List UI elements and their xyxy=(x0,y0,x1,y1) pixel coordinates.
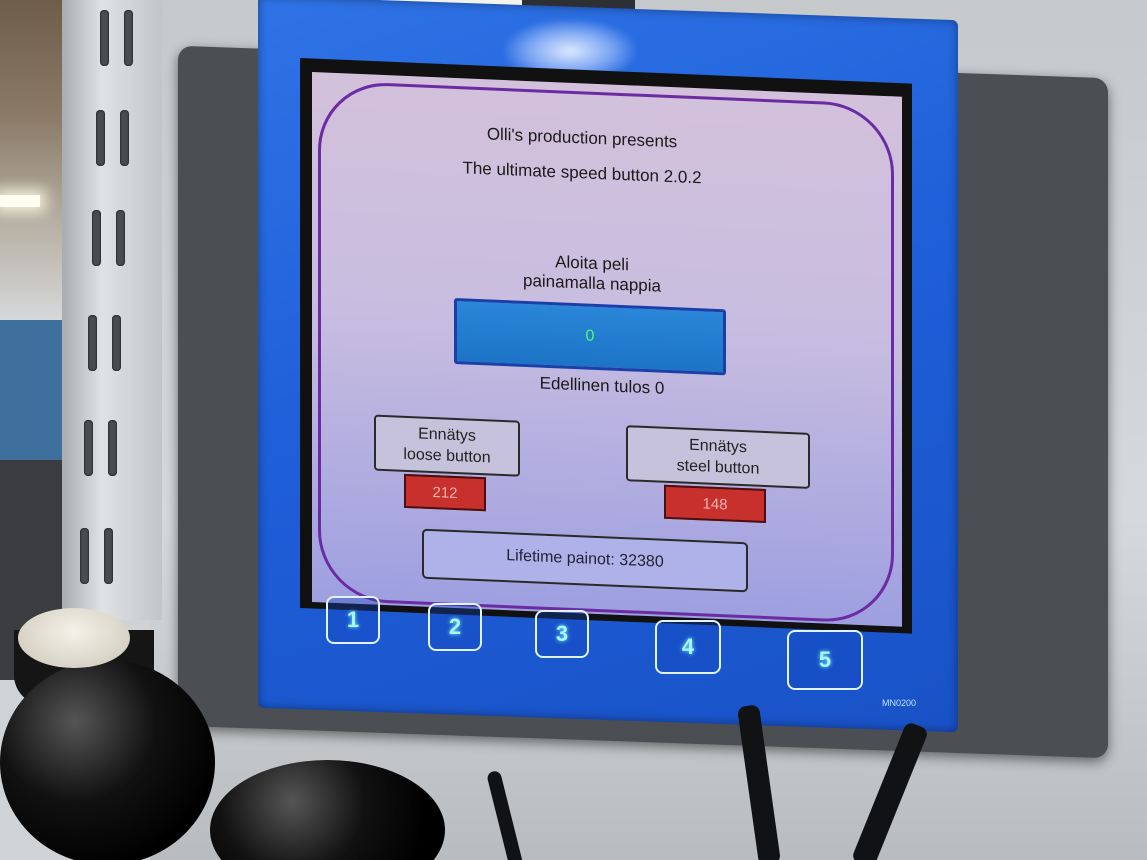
rack-slot xyxy=(100,10,109,66)
record-loose-value: 212 xyxy=(404,473,486,512)
background-blue-wall xyxy=(0,320,70,480)
hardware-button-5[interactable]: 5 xyxy=(787,630,863,690)
hmi-screen: Olli's production presents The ultimate … xyxy=(312,72,902,627)
loose-button-knob xyxy=(0,660,215,860)
hardware-button-1[interactable]: 1 xyxy=(326,596,380,644)
rack-slot xyxy=(112,315,121,371)
hardware-button-3[interactable]: 3 xyxy=(535,610,589,658)
record-steel-label: Ennätys steel button xyxy=(626,425,810,489)
perforated-rack-post xyxy=(62,0,162,620)
rack-slot xyxy=(92,210,101,266)
rack-slot xyxy=(96,110,105,166)
rack-slot xyxy=(104,528,113,584)
rack-slot xyxy=(120,110,129,166)
hardware-button-2[interactable]: 2 xyxy=(428,603,482,651)
rack-slot xyxy=(80,528,89,584)
rack-slot xyxy=(88,315,97,371)
counter-display: 0 xyxy=(454,297,726,376)
rack-slot xyxy=(116,210,125,266)
rack-slot xyxy=(108,420,117,476)
hardware-button-4[interactable]: 4 xyxy=(655,620,721,674)
ceiling-lamp xyxy=(0,195,40,207)
photo-scene: ꟷꟷꟷꟷꟷꟷꟷꟷ Olli's production presents The … xyxy=(0,0,1147,860)
rack-slot xyxy=(124,10,133,66)
record-loose-label: Ennätys loose button xyxy=(374,414,520,477)
model-label: MN0200 xyxy=(882,698,917,708)
record-steel-value: 148 xyxy=(664,484,766,524)
loose-button-cap xyxy=(18,608,130,668)
rack-slot xyxy=(84,420,93,476)
